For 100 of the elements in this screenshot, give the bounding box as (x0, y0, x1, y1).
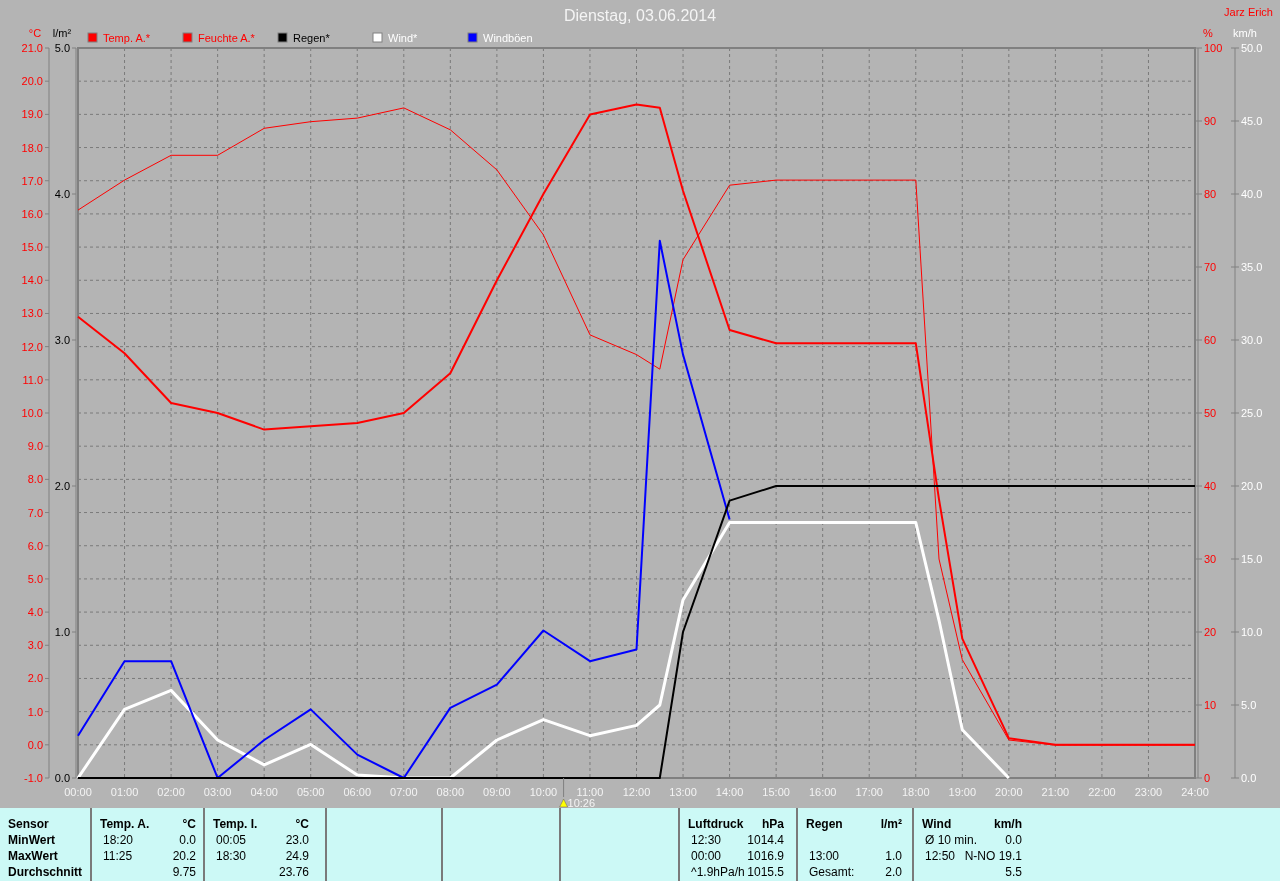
axis-tick-label: 45.0 (1241, 115, 1263, 127)
axis-tick-label: 00:00 (64, 786, 92, 798)
unit-label: hPa (762, 816, 784, 832)
axis-tick-label: 14.0 (21, 274, 43, 287)
axis-tick-label: 10 (1204, 699, 1217, 711)
legend-label: Wind* (388, 32, 418, 44)
axis-tick-label: 0.0 (1241, 772, 1257, 784)
axis-tick-label: 100 (1204, 42, 1223, 54)
axis-tick-label: 25.0 (1241, 407, 1263, 419)
measured-value: 1.0 (885, 848, 902, 864)
axis-tick-label: 9.0 (27, 440, 43, 453)
time-value: Gesamt: (808, 864, 855, 880)
axis-tick-label: 0 (1204, 772, 1211, 784)
time-value: 13:00 (808, 848, 840, 864)
time-value: 11:25 (102, 848, 133, 864)
axis-tick-label: 3.0 (54, 334, 70, 346)
axis-tick-label: 12.0 (21, 340, 43, 353)
row-label: Durchschnitt (8, 864, 82, 880)
axis-tick-label: 5.0 (27, 572, 43, 585)
panel-title: Regen (806, 816, 843, 832)
axis-tick-label: 5.0 (54, 42, 70, 54)
axis-tick-label: 13.0 (21, 307, 43, 320)
time-marker-label: 10:26 (567, 797, 596, 808)
axis-tick-label: 7.0 (27, 506, 43, 519)
time-value: ^1.9hPa/h (690, 864, 745, 880)
axis-tick-label: 09:00 (483, 786, 511, 798)
legend-label: Temp. A.* (103, 32, 151, 44)
axis-tick-label: 06:00 (343, 786, 371, 798)
axis-tick-label: 8.0 (27, 473, 43, 486)
axis-tick-label: 08:00 (436, 786, 465, 798)
axis-unit-label: l/m² (52, 27, 72, 39)
axis-tick-label: 19.0 (21, 108, 43, 121)
measured-value: 24.9 (285, 848, 309, 864)
axis-tick-label: 21.0 (21, 42, 43, 54)
axis-unit-label: km/h (1233, 27, 1257, 39)
axis-tick-label: 10.0 (1241, 626, 1263, 638)
panel-title: Temp. A. (100, 816, 150, 832)
axis-tick-label: 0.0 (54, 772, 70, 784)
axis-tick-label: 2.0 (54, 480, 70, 492)
measured-value: 1014.4 (747, 832, 784, 848)
axis-tick-label: 14:00 (715, 786, 744, 798)
axis-tick-label: 05:00 (296, 786, 325, 798)
axis-tick-label: 40 (1204, 480, 1217, 492)
time-value: 00:00 (690, 848, 722, 864)
axis-tick-label: 19:00 (948, 786, 977, 798)
axis-tick-label: 21:00 (1041, 786, 1070, 798)
axis-tick-label: 10.0 (21, 407, 43, 419)
axis-tick-label: 11:00 (576, 786, 604, 798)
axis-tick-label: 12:00 (622, 786, 651, 798)
axis-tick-label: 1.0 (27, 705, 43, 718)
axis-tick-label: 20.0 (1241, 480, 1263, 492)
axis-tick-label: 4.0 (54, 188, 70, 200)
axis-tick-label: 2.0 (27, 672, 43, 685)
axis-tick-label: 50.0 (1241, 42, 1263, 54)
measured-value: 0.0 (1005, 832, 1022, 848)
row-label: MaxWert (8, 848, 59, 864)
row-label: Sensor (8, 816, 50, 832)
chart-title: Dienstag, 03.06.2014 (563, 7, 717, 24)
legend-label: Regen* (293, 32, 330, 44)
axis-tick-label: 90 (1204, 115, 1217, 127)
unit-label: °C (182, 816, 196, 832)
axis-tick-label: 20.0 (21, 75, 43, 88)
axis-tick-label: 6.0 (27, 539, 43, 552)
measured-value: 23.76 (278, 864, 309, 880)
measured-value: 20.2 (172, 848, 196, 864)
axis-tick-label: 07:00 (390, 786, 418, 798)
axis-tick-label: 3.0 (27, 639, 43, 652)
axis-tick-label: 80 (1204, 188, 1217, 200)
measured-value: 0.0 (179, 832, 196, 848)
axis-tick-label: 5.0 (1241, 699, 1257, 711)
axis-tick-label: 16.0 (21, 207, 43, 220)
measured-value: 1015.5 (747, 864, 784, 880)
axis-tick-label: 17.0 (21, 174, 43, 187)
axis-tick-label: 40.0 (1241, 188, 1263, 200)
axis-unit-label: °C (28, 27, 42, 39)
measured-value: 9.75 (172, 864, 196, 880)
measured-value: N-NO 19.1 (964, 848, 1022, 864)
axis-tick-label: 20 (1204, 626, 1217, 638)
axis-tick-label: 4.0 (27, 606, 43, 619)
warning-icon (559, 798, 568, 808)
time-value: Ø 10 min. (924, 832, 978, 848)
axis-tick-label: 03:00 (203, 786, 232, 798)
panel-title: Wind (922, 816, 952, 832)
axis-tick-label: 35.0 (1241, 261, 1263, 273)
axis-tick-label: 18.0 (21, 141, 43, 154)
author-name: Jarz Erich (1224, 6, 1273, 18)
time-value: 00:05 (215, 832, 247, 848)
axis-tick-label: 30 (1204, 553, 1217, 565)
axis-tick-label: 20:00 (995, 786, 1023, 798)
unit-label: km/h (994, 816, 1022, 832)
axis-tick-label: 16:00 (808, 786, 837, 798)
axis-tick-label: 60 (1204, 334, 1217, 346)
axis-tick-label: 23:00 (1134, 786, 1163, 798)
axis-tick-label: 10:00 (529, 786, 558, 798)
measured-value: 23.0 (285, 832, 309, 848)
axis-tick-label: 70 (1204, 261, 1217, 273)
axis-tick-label: 24:00 (1181, 786, 1209, 798)
axis-tick-label: 01:00 (110, 786, 139, 798)
time-value: 18:30 (215, 848, 247, 864)
unit-label: °C (295, 816, 309, 832)
